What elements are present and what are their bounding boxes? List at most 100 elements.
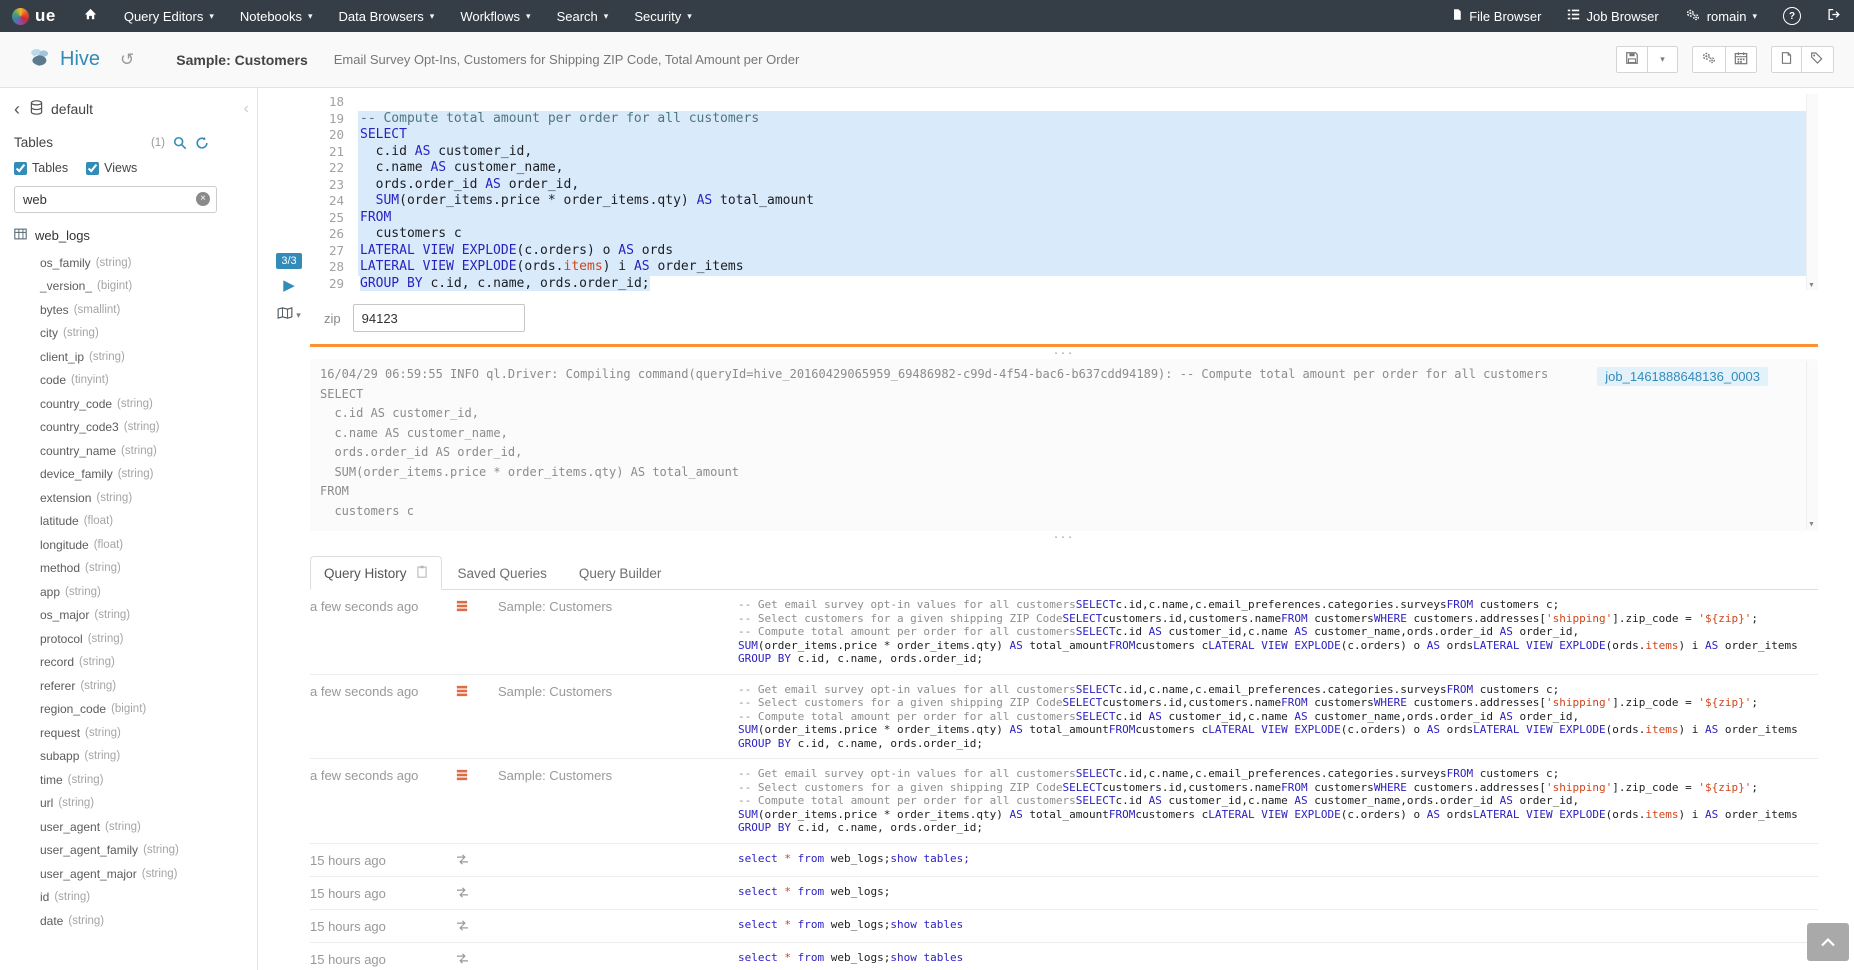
column-item[interactable]: device_family(string) xyxy=(14,463,245,487)
filter-views[interactable]: Views xyxy=(86,161,137,175)
logout-button[interactable] xyxy=(1814,0,1854,32)
chevron-down-icon: ▾ xyxy=(296,310,301,321)
column-item[interactable]: protocol(string) xyxy=(14,627,245,651)
job-browser-link[interactable]: Job Browser xyxy=(1554,0,1671,32)
column-type: (string) xyxy=(124,421,160,433)
schedule-button[interactable] xyxy=(1726,46,1757,73)
variables-toggle[interactable]: ▾ xyxy=(277,306,301,324)
log-scrollbar[interactable]: ▼ xyxy=(1806,361,1818,529)
sql-token: web_logs; xyxy=(824,951,890,964)
column-item[interactable]: user_agent(string) xyxy=(14,815,245,839)
history-row[interactable]: a few seconds agoSample: Customers-- Get… xyxy=(310,675,1818,760)
settings-button[interactable] xyxy=(1692,46,1726,73)
column-item[interactable]: referer(string) xyxy=(14,674,245,698)
nav-menu-data-browsers[interactable]: Data Browsers▾ xyxy=(326,0,448,32)
recent-queries-icon[interactable]: ↺ xyxy=(120,50,134,70)
new-query-button[interactable] xyxy=(1771,46,1802,73)
home-button[interactable] xyxy=(70,0,111,32)
sql-token: -- Compute total amount per order for al… xyxy=(738,794,1076,807)
column-item[interactable]: id(string) xyxy=(14,886,245,910)
column-item[interactable]: city(string) xyxy=(14,322,245,346)
code-editor[interactable]: 1819-- Compute total amount per order fo… xyxy=(310,90,1818,292)
filter-tables[interactable]: Tables xyxy=(14,161,68,175)
editor-scrollbar[interactable]: ▼ xyxy=(1806,94,1818,290)
history-row[interactable]: 15 hours agoselect * from web_logs;show … xyxy=(310,943,1818,970)
column-item[interactable]: _version_(bigint) xyxy=(14,275,245,299)
column-item[interactable]: extension(string) xyxy=(14,486,245,510)
column-item[interactable]: country_name(string) xyxy=(14,439,245,463)
column-item[interactable]: app(string) xyxy=(14,580,245,604)
history-row[interactable]: 15 hours agoselect * from web_logs;show … xyxy=(310,910,1818,943)
column-item[interactable]: client_ip(string) xyxy=(14,345,245,369)
column-item[interactable]: time(string) xyxy=(14,768,245,792)
clear-search-icon[interactable]: × xyxy=(196,192,210,206)
query-title[interactable]: Sample: Customers xyxy=(176,52,307,68)
column-item[interactable]: subapp(string) xyxy=(14,745,245,769)
file-browser-link[interactable]: File Browser xyxy=(1438,0,1554,32)
tables-checkbox[interactable] xyxy=(14,162,27,175)
nav-menu-query-editors[interactable]: Query Editors▾ xyxy=(111,0,227,32)
nav-menu-search[interactable]: Search▾ xyxy=(544,0,622,32)
column-item[interactable]: country_code3(string) xyxy=(14,416,245,440)
sql-token: SELECT xyxy=(1076,794,1116,807)
history-row[interactable]: 15 hours agoselect * from web_logs; xyxy=(310,877,1818,910)
hue-logo[interactable]: ue xyxy=(0,0,70,32)
user-menu[interactable]: romain ▾ xyxy=(1672,0,1770,32)
save-button[interactable] xyxy=(1616,46,1648,73)
nav-menus: Query Editors▾Notebooks▾Data Browsers▾Wo… xyxy=(111,0,705,32)
sql-token: customers.addresses[ xyxy=(1407,781,1546,794)
log-resize-handle[interactable]: ··· xyxy=(310,347,1818,359)
execute-button[interactable]: ▶ xyxy=(283,278,295,293)
history-row[interactable]: 15 hours agoselect * from web_logs;show … xyxy=(310,844,1818,877)
views-checkbox[interactable] xyxy=(86,162,99,175)
column-item[interactable]: user_agent_family(string) xyxy=(14,839,245,863)
column-item[interactable]: os_major(string) xyxy=(14,604,245,628)
column-item[interactable]: country_code(string) xyxy=(14,392,245,416)
table-search-input[interactable] xyxy=(14,186,217,213)
column-item[interactable]: os_family(string) xyxy=(14,251,245,275)
sql-token: -- Get email survey opt-in values for al… xyxy=(738,598,1076,611)
column-item[interactable]: longitude(float) xyxy=(14,533,245,557)
column-name: referer xyxy=(40,679,75,693)
column-item[interactable]: user_agent_major(string) xyxy=(14,862,245,886)
back-icon[interactable]: ‹ xyxy=(14,100,20,118)
tab-query-history[interactable]: Query History xyxy=(310,556,442,590)
nav-menu-notebooks[interactable]: Notebooks▾ xyxy=(227,0,326,32)
history-time: a few seconds ago xyxy=(310,683,456,751)
column-item[interactable]: request(string) xyxy=(14,721,245,745)
job-link[interactable]: job_1461888648136_0003 xyxy=(1597,367,1768,386)
column-item[interactable]: date(string) xyxy=(14,909,245,933)
tab-query-builder[interactable]: Query Builder xyxy=(563,558,678,589)
column-item[interactable]: code(tinyint) xyxy=(14,369,245,393)
help-button[interactable]: ? xyxy=(1770,0,1814,32)
collapse-sidebar-icon[interactable]: ‹ xyxy=(244,100,249,118)
database-name[interactable]: default xyxy=(51,101,93,117)
history-row[interactable]: a few seconds agoSample: Customers-- Get… xyxy=(310,759,1818,844)
tags-button[interactable] xyxy=(1802,46,1834,73)
hive-brand[interactable]: Hive xyxy=(26,46,100,73)
sql-token: select xyxy=(738,885,784,898)
search-icon[interactable] xyxy=(173,136,187,150)
save-dropdown-button[interactable]: ▾ xyxy=(1648,46,1678,73)
variable-input[interactable] xyxy=(353,304,525,332)
sql-token: select xyxy=(738,951,784,964)
history-row[interactable]: a few seconds agoSample: Customers-- Get… xyxy=(310,590,1818,675)
header-actions: ▾ xyxy=(1616,46,1834,73)
column-item[interactable]: record(string) xyxy=(14,651,245,675)
resize-dots-icon: ··· xyxy=(1054,534,1075,540)
nav-menu-security[interactable]: Security▾ xyxy=(621,0,705,32)
tab-saved-queries[interactable]: Saved Queries xyxy=(442,558,563,589)
chevron-down-icon: ▾ xyxy=(687,11,692,22)
scroll-to-top-button[interactable] xyxy=(1807,923,1849,961)
nav-menu-workflows[interactable]: Workflows▾ xyxy=(447,0,543,32)
column-item[interactable]: latitude(float) xyxy=(14,510,245,534)
refresh-icon[interactable] xyxy=(195,136,209,150)
results-resize-handle[interactable]: ··· xyxy=(310,531,1818,543)
column-item[interactable]: bytes(smallint) xyxy=(14,298,245,322)
column-name: subapp xyxy=(40,749,79,763)
table-item[interactable]: web_logs xyxy=(14,228,245,243)
column-item[interactable]: region_code(bigint) xyxy=(14,698,245,722)
column-item[interactable]: method(string) xyxy=(14,557,245,581)
column-item[interactable]: url(string) xyxy=(14,792,245,816)
nav-right: File Browser Job Browser romain ▾ ? xyxy=(1438,0,1854,32)
